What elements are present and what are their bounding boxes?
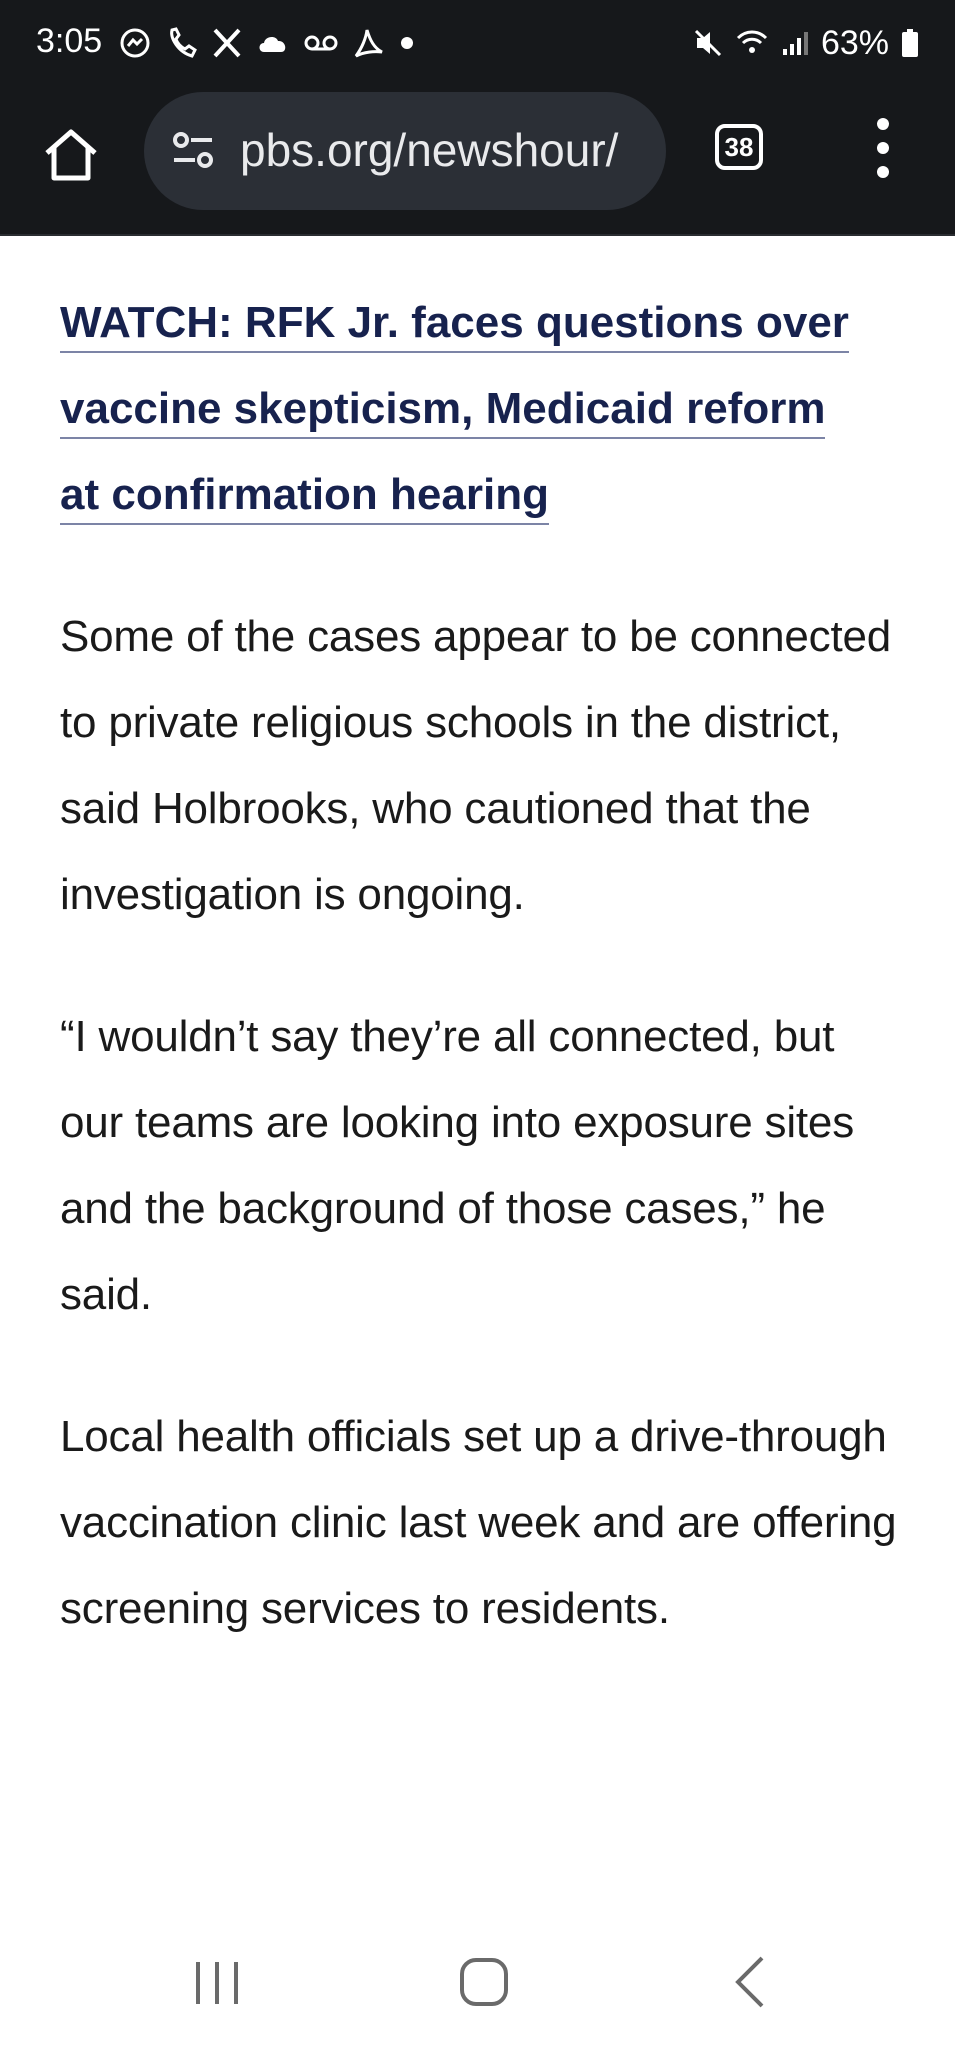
url-bar[interactable]: pbs.org/newshour/ xyxy=(144,92,666,210)
status-bar: 3:05 63% xyxy=(0,0,955,86)
signal-icon xyxy=(781,29,809,57)
article-paragraph: Local health officials set up a drive-th… xyxy=(60,1412,897,1633)
battery-percent: 63% xyxy=(820,23,889,62)
article-paragraph: Some of the cases appear to be connected… xyxy=(60,612,892,919)
home-button[interactable] xyxy=(38,122,104,188)
site-settings-icon[interactable] xyxy=(168,126,218,176)
overflow-menu-button[interactable] xyxy=(868,118,898,178)
article-content: WATCH: RFK Jr. faces questions over vacc… xyxy=(60,280,900,1652)
acrobat-icon xyxy=(352,26,386,60)
link-line[interactable]: at confirmation hearing xyxy=(60,470,549,525)
browser-toolbar: pbs.org/newshour/ 38 xyxy=(0,86,955,236)
tab-switcher-button[interactable]: 38 xyxy=(715,124,763,170)
article-paragraph: “I wouldn’t say they’re all connected, b… xyxy=(60,1012,855,1319)
notification-icons xyxy=(118,22,414,64)
dot-icon xyxy=(400,36,414,50)
system-icons: 63% xyxy=(693,22,919,64)
home-icon xyxy=(45,129,97,181)
related-article-link[interactable]: WATCH: RFK Jr. faces questions over vacc… xyxy=(60,280,900,538)
messenger-icon xyxy=(118,26,152,60)
cloud-icon xyxy=(256,30,290,56)
x-icon xyxy=(212,27,242,59)
link-line[interactable]: WATCH: RFK Jr. faces questions over xyxy=(60,298,849,353)
battery-icon xyxy=(901,28,919,58)
system-nav-bar xyxy=(0,1920,955,2048)
link-line[interactable]: vaccine skepticism, Medicaid reform xyxy=(60,384,826,439)
back-icon xyxy=(735,1956,764,2008)
menu-dot-icon xyxy=(877,166,889,178)
nav-home-button[interactable] xyxy=(458,1956,510,2013)
status-time: 3:05 xyxy=(36,22,103,60)
recents-button[interactable] xyxy=(192,1958,242,2013)
wifi-icon xyxy=(735,28,769,58)
mute-icon xyxy=(693,28,723,58)
menu-dot-icon xyxy=(877,118,889,130)
back-button[interactable] xyxy=(730,1954,770,2015)
voicemail-icon xyxy=(304,33,338,53)
wifi-calling-icon xyxy=(166,26,198,60)
url-text[interactable]: pbs.org/newshour/ xyxy=(240,123,618,177)
nav-home-icon xyxy=(460,1958,508,2006)
recents-icon xyxy=(196,1962,238,2004)
menu-dot-icon xyxy=(877,142,889,154)
